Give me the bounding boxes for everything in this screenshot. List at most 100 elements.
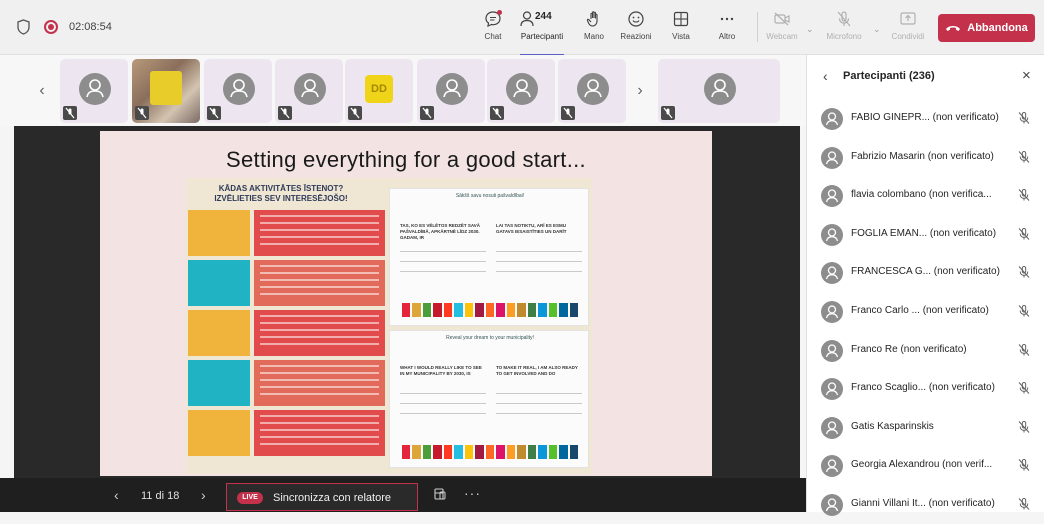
sync-with-presenter-button[interactable]: LIVE Sincronizza con relatore — [226, 483, 418, 511]
participant-row[interactable]: Franco Carlo ... (non verificato) — [807, 292, 1044, 331]
leave-button[interactable]: Abbandona — [938, 14, 1035, 42]
muted-mic-icon — [278, 106, 292, 120]
camera-label: Webcam — [766, 32, 798, 41]
avatar — [821, 108, 843, 130]
close-icon[interactable]: × — [1022, 67, 1031, 84]
poster-row — [188, 260, 385, 306]
view-button[interactable]: Vista — [659, 9, 703, 49]
participant-name: Fabrizio Masarin (non verificato) — [851, 150, 994, 162]
participant-row[interactable]: Georgia Alexandrou (non verif... — [807, 446, 1044, 485]
mic-off-icon — [1018, 382, 1030, 394]
participants-button[interactable]: 244 Partecipanti — [514, 9, 570, 56]
participants-panel: ‹ Partecipanti (236) × FABIO GINEPR... (… — [806, 55, 1044, 516]
avatar — [506, 73, 538, 105]
participant-row[interactable]: Fabrizio Masarin (non verificato) — [807, 138, 1044, 177]
participant-tile[interactable]: DD — [345, 59, 413, 123]
view-label: Vista — [672, 32, 690, 41]
poster-row-text — [254, 260, 385, 306]
writing-line — [400, 251, 486, 252]
next-slide-chevron-icon[interactable]: › — [201, 487, 206, 503]
poster-row-text — [254, 410, 385, 456]
hand-icon — [586, 11, 598, 27]
participant-row[interactable]: FOGLIA EMAN... (non verificato) — [807, 215, 1044, 254]
hand-label: Mano — [583, 32, 604, 41]
participant-tile[interactable] — [204, 59, 272, 123]
more-label: Altro — [718, 32, 736, 41]
writing-line — [496, 393, 582, 394]
grid-icon — [673, 11, 689, 27]
reactions-label: Reazioni — [620, 32, 652, 41]
participant-name: FRANCESCA G... (non verificato) — [851, 266, 1000, 278]
worksheet-card-lv: Sākšš savu nosuti pašvaldībai! TAS, KO E… — [389, 188, 589, 326]
muted-mic-icon — [661, 106, 675, 120]
chat-button[interactable]: Chat — [471, 9, 515, 49]
avatar — [294, 73, 326, 105]
share-button[interactable]: Condividi — [886, 9, 930, 49]
participant-tile[interactable] — [60, 59, 128, 123]
poster-row-label — [188, 360, 250, 406]
prev-slide-chevron-icon[interactable]: ‹ — [114, 487, 119, 503]
back-chevron-icon[interactable]: ‹ — [823, 68, 828, 84]
poster-row — [188, 210, 385, 256]
more-button[interactable]: Altro — [705, 9, 749, 49]
participant-row[interactable]: flavia colombano (non verifica... — [807, 176, 1044, 215]
participant-tile[interactable] — [658, 59, 780, 123]
mic-off-icon — [1018, 189, 1030, 202]
camera-options-chevron-icon[interactable]: ⌄ — [806, 24, 814, 35]
participant-row[interactable]: FRANCESCA G... (non verificato) — [807, 253, 1044, 292]
slide-page-counter: 11 di 18 — [141, 490, 180, 502]
camera-button[interactable]: Webcam — [760, 9, 804, 49]
worksheet-col-left: WHAT I WOULD REALLY LIKE TO SEE IN MY MU… — [400, 365, 482, 376]
participant-row[interactable]: Franco Scaglio... (non verificato) — [807, 369, 1044, 408]
recording-icon — [44, 20, 58, 34]
more-options-icon[interactable]: ··· — [464, 485, 481, 501]
popout-icon[interactable] — [433, 487, 447, 501]
participant-tile-video[interactable] — [132, 59, 200, 123]
participant-tile[interactable] — [417, 59, 485, 123]
participant-row[interactable]: Gatis Kasparinskis — [807, 408, 1044, 447]
chat-label: Chat — [484, 32, 502, 41]
avatar — [821, 300, 843, 323]
participant-row[interactable]: Franco Re (non verificato) — [807, 331, 1044, 370]
participant-row[interactable]: Gianni Villani It... (non verificato) — [807, 485, 1044, 524]
strip-prev-chevron-icon[interactable]: ‹ — [28, 55, 56, 126]
mic-button[interactable]: Microfono — [822, 9, 866, 49]
participant-name: FABIO GINEPR... (non verificato) — [851, 112, 999, 123]
share-screen-icon — [900, 12, 916, 25]
participant-tile[interactable] — [558, 59, 626, 123]
mic-label: Microfono — [826, 32, 862, 41]
participant-name: Franco Carlo ... (non verificato) — [851, 304, 989, 316]
camera-off-icon — [774, 12, 790, 26]
poster-row-label — [188, 310, 250, 356]
avatar — [821, 455, 843, 478]
avatar — [821, 493, 843, 516]
muted-mic-icon — [420, 106, 434, 120]
strip-next-chevron-icon[interactable]: › — [626, 55, 654, 126]
sdg-icons-strip — [402, 445, 578, 459]
writing-line — [496, 251, 582, 252]
participant-name: Georgia Alexandrou (non verif... — [851, 459, 993, 471]
mic-options-chevron-icon[interactable]: ⌄ — [873, 24, 881, 35]
avatar — [821, 378, 843, 401]
worksheet-col-left: TAS, KO ES VĒLĒTOS REDZĒT SAVĀ PAŠVALDĪB… — [400, 223, 481, 240]
mic-off-icon — [1018, 343, 1030, 356]
leave-label: Abbandona — [967, 22, 1028, 34]
mic-off-icon — [1018, 112, 1030, 124]
participant-tile[interactable] — [487, 59, 555, 123]
avatar — [821, 185, 843, 208]
muted-mic-icon — [561, 106, 575, 120]
mic-off-icon — [1018, 150, 1030, 163]
chat-unread-dot — [497, 10, 502, 15]
slide-title: Setting everything for a good start... — [226, 147, 586, 172]
writing-line — [496, 261, 582, 262]
participant-row[interactable]: FABIO GINEPR... (non verificato) — [807, 99, 1044, 138]
mic-off-icon — [837, 11, 851, 27]
reactions-button[interactable]: Reazioni — [614, 9, 658, 49]
raise-hand-button[interactable]: Mano — [572, 9, 616, 49]
presentation-controls: ‹ 11 di 18 › LIVE Sincronizza con relato… — [0, 478, 806, 512]
muted-mic-icon — [348, 106, 362, 120]
worksheet-card-title: Reveal your dream to your municipality! — [446, 335, 534, 341]
participant-tile[interactable] — [275, 59, 343, 123]
writing-line — [496, 403, 582, 404]
shared-content-stage: Setting everything for a good start... K… — [14, 126, 800, 478]
